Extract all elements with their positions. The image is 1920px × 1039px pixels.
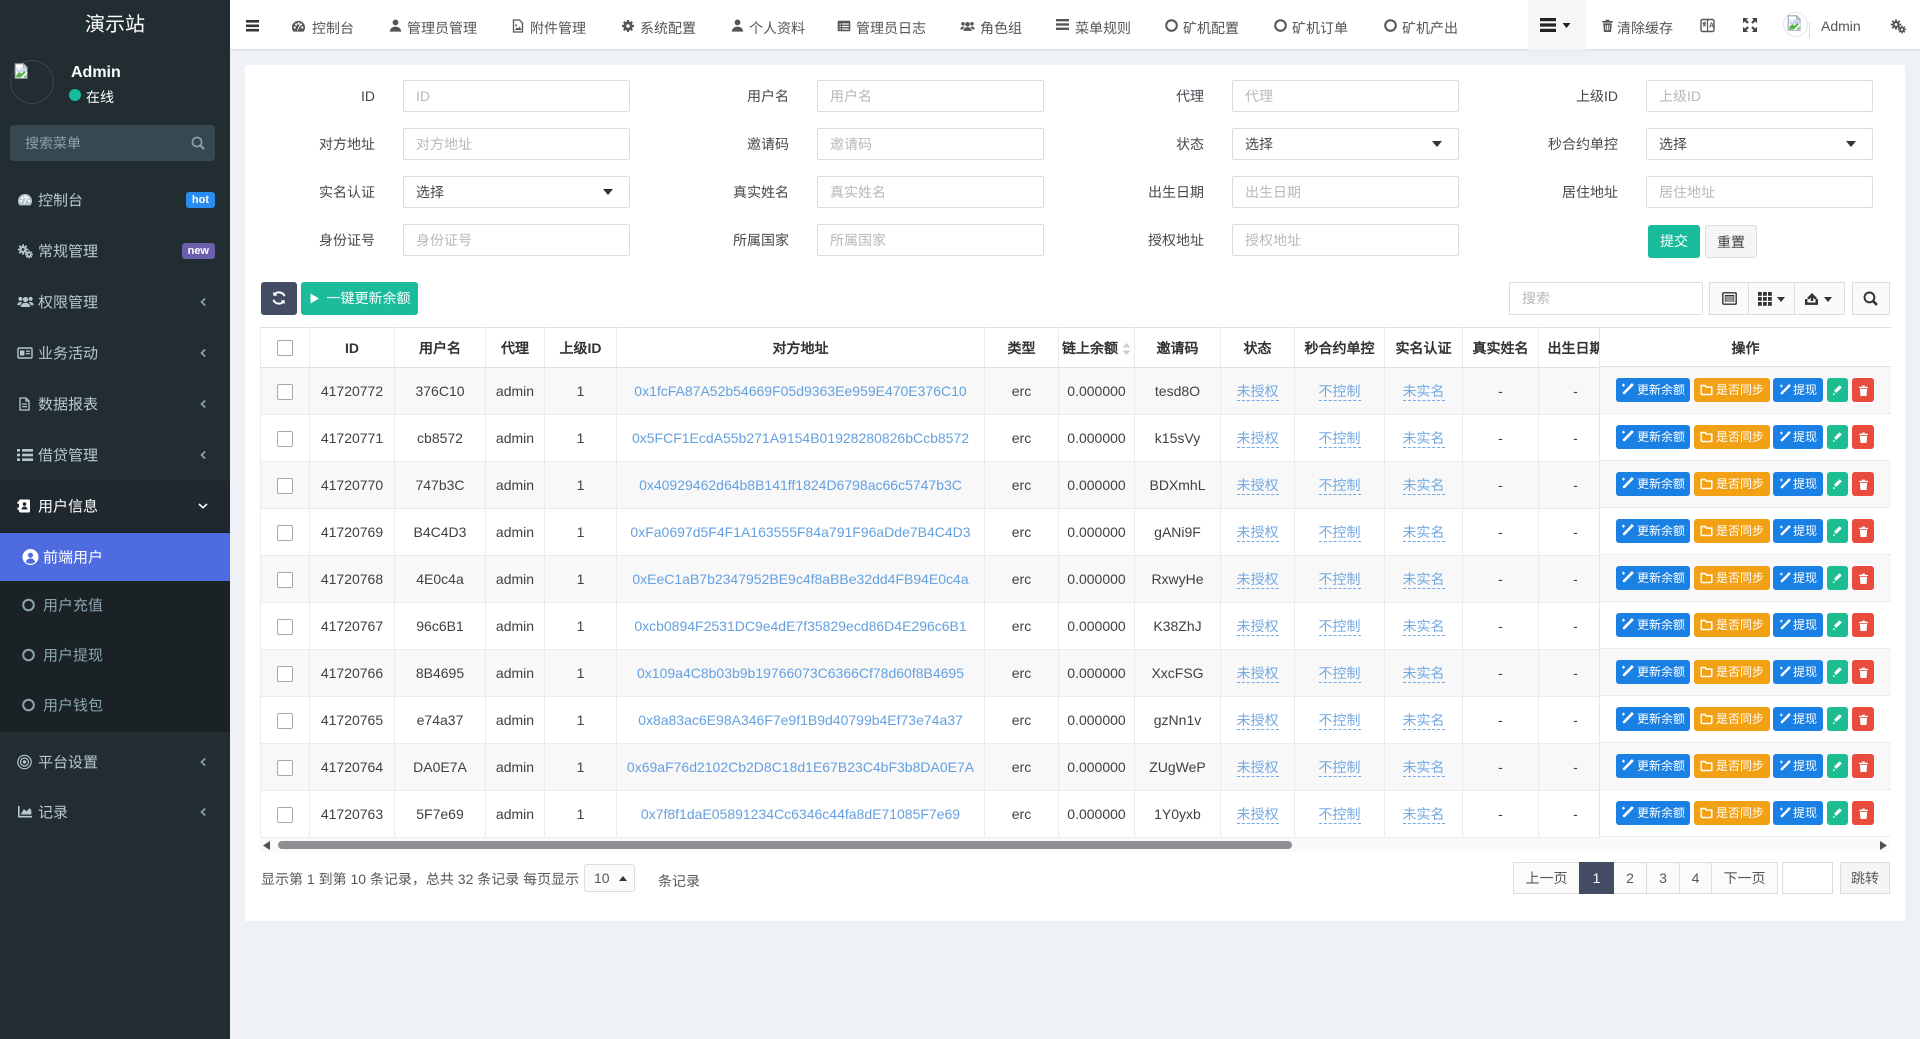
svg-text:A: A <box>1709 23 1714 30</box>
